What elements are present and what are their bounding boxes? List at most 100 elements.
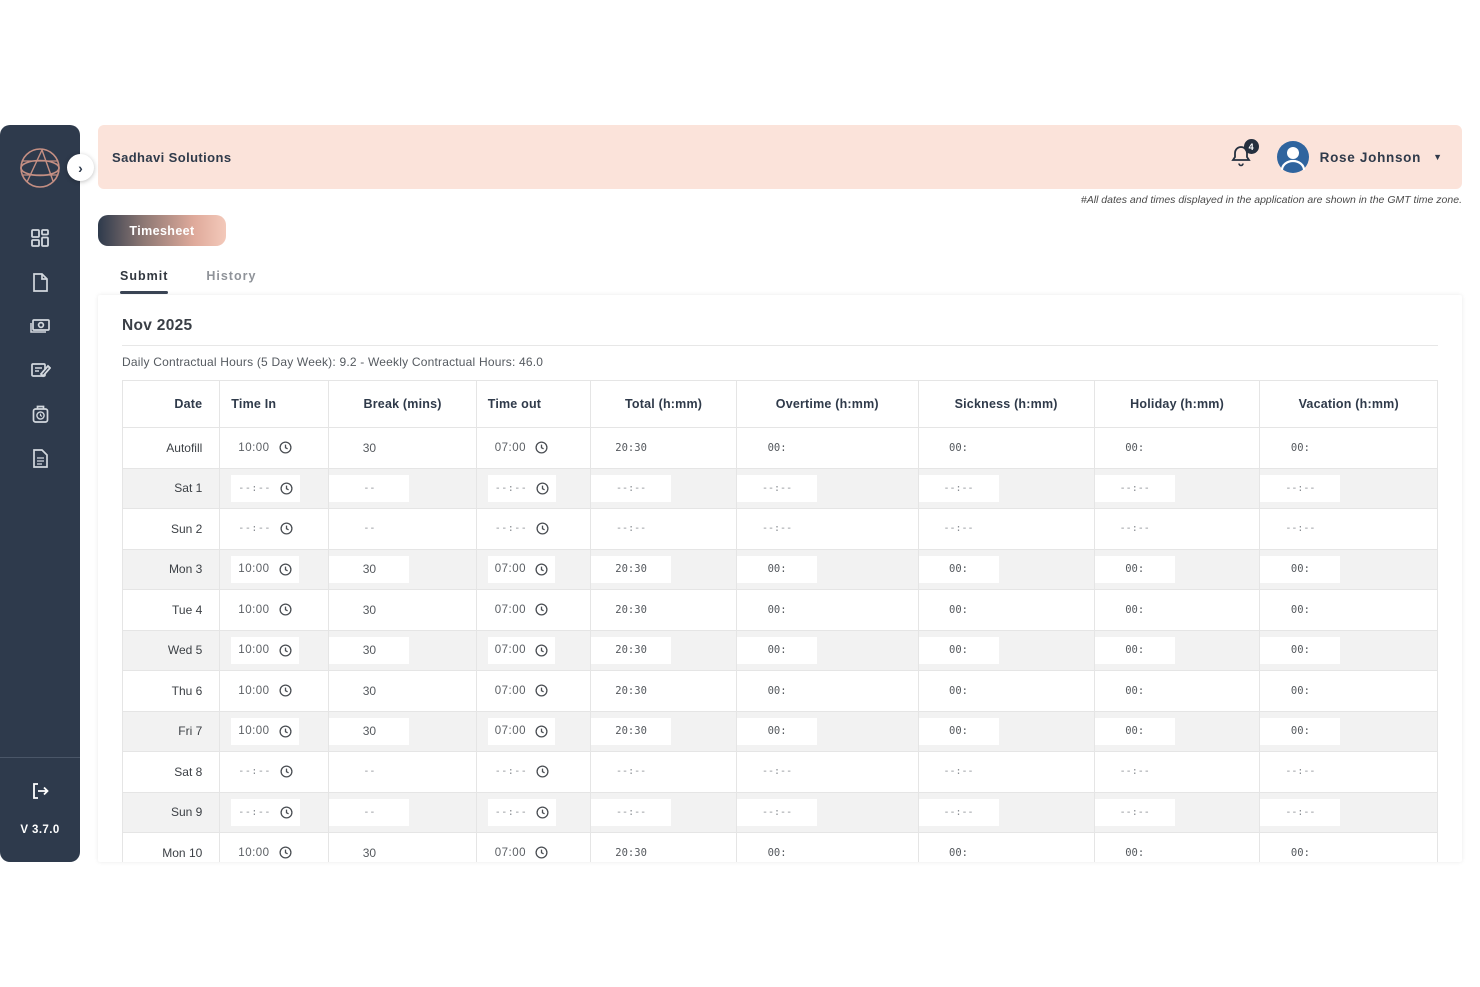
break-input[interactable]: --	[329, 475, 409, 502]
time-input[interactable]: --:--	[488, 515, 557, 542]
time-input[interactable]: 10:00	[231, 839, 298, 862]
holiday-input[interactable]: 00:	[1095, 556, 1175, 583]
overtime-input[interactable]: --:--	[737, 799, 817, 826]
payments-icon[interactable]	[29, 315, 51, 337]
time-clock-icon[interactable]	[29, 403, 51, 425]
time-input[interactable]: 07:00	[488, 556, 555, 583]
vacation-input[interactable]: 00:	[1260, 839, 1340, 862]
total-field[interactable]: --:--	[591, 799, 671, 826]
edit-note-icon[interactable]	[29, 359, 51, 381]
time-input[interactable]: 07:00	[488, 839, 555, 862]
overtime-input[interactable]: --:--	[737, 758, 817, 785]
overtime-input[interactable]: 00:	[737, 677, 817, 704]
time-input[interactable]: 07:00	[488, 677, 555, 704]
overtime-input[interactable]: 00:	[737, 637, 817, 664]
holiday-input[interactable]: --:--	[1095, 515, 1175, 542]
total-field[interactable]: 20:30	[591, 677, 671, 704]
sickness-input[interactable]: --:--	[919, 475, 999, 502]
total-field[interactable]: 20:30	[591, 434, 671, 461]
vacation-input[interactable]: --:--	[1260, 475, 1340, 502]
time-input[interactable]: 07:00	[488, 718, 555, 745]
total-field[interactable]: 20:30	[591, 556, 671, 583]
total-field[interactable]: --:--	[591, 515, 671, 542]
sickness-input[interactable]: 00:	[919, 556, 999, 583]
holiday-input[interactable]: 00:	[1095, 434, 1175, 461]
break-input[interactable]: --	[329, 799, 409, 826]
holiday-input[interactable]: --:--	[1095, 758, 1175, 785]
total-field[interactable]: 20:30	[591, 637, 671, 664]
document-icon[interactable]	[29, 271, 51, 293]
holiday-input[interactable]: --:--	[1095, 799, 1175, 826]
report-icon[interactable]	[29, 447, 51, 469]
time-input[interactable]: 10:00	[231, 556, 298, 583]
time-input[interactable]: 10:00	[231, 434, 298, 461]
time-input[interactable]: 10:00	[231, 718, 298, 745]
overtime-input[interactable]: --:--	[737, 515, 817, 542]
overtime-input[interactable]: 00:	[737, 839, 817, 862]
break-input[interactable]: 30	[329, 718, 409, 745]
time-input[interactable]: 10:00	[231, 596, 298, 623]
dashboard-icon[interactable]	[29, 227, 51, 249]
vacation-input[interactable]: 00:	[1260, 718, 1340, 745]
sickness-input[interactable]: --:--	[919, 799, 999, 826]
time-input[interactable]: 07:00	[488, 434, 555, 461]
sickness-input[interactable]: 00:	[919, 637, 999, 664]
total-field[interactable]: --:--	[591, 475, 671, 502]
overtime-input[interactable]: 00:	[737, 434, 817, 461]
time-input[interactable]: --:--	[231, 475, 300, 502]
vacation-input[interactable]: 00:	[1260, 556, 1340, 583]
overtime-input[interactable]: --:--	[737, 475, 817, 502]
total-field[interactable]: --:--	[591, 758, 671, 785]
time-input[interactable]: --:--	[231, 758, 300, 785]
total-field[interactable]: 20:30	[591, 596, 671, 623]
holiday-input[interactable]: 00:	[1095, 839, 1175, 862]
logout-icon[interactable]	[29, 780, 51, 802]
vacation-input[interactable]: --:--	[1260, 799, 1340, 826]
break-input[interactable]: 30	[329, 637, 409, 664]
vacation-input[interactable]: --:--	[1260, 758, 1340, 785]
sickness-input[interactable]: 00:	[919, 718, 999, 745]
tab-history[interactable]: History	[206, 269, 256, 294]
sickness-input[interactable]: 00:	[919, 677, 999, 704]
break-input[interactable]: --	[329, 758, 409, 785]
vacation-input[interactable]: 00:	[1260, 596, 1340, 623]
vacation-input[interactable]: 00:	[1260, 637, 1340, 664]
overtime-input[interactable]: 00:	[737, 556, 817, 583]
time-input[interactable]: 10:00	[231, 677, 298, 704]
break-input[interactable]: 30	[329, 839, 409, 862]
time-input[interactable]: --:--	[231, 799, 300, 826]
vacation-input[interactable]: 00:	[1260, 677, 1340, 704]
sickness-input[interactable]: 00:	[919, 434, 999, 461]
break-input[interactable]: 30	[329, 596, 409, 623]
time-input[interactable]: --:--	[231, 515, 300, 542]
time-input[interactable]: --:--	[488, 758, 557, 785]
holiday-input[interactable]: 00:	[1095, 718, 1175, 745]
holiday-input[interactable]: 00:	[1095, 637, 1175, 664]
time-input[interactable]: --:--	[488, 475, 557, 502]
holiday-input[interactable]: 00:	[1095, 596, 1175, 623]
break-input[interactable]: 30	[329, 434, 409, 461]
notifications-bell-icon[interactable]: 4	[1230, 144, 1254, 170]
timesheet-page-button[interactable]: Timesheet	[98, 215, 226, 246]
user-menu[interactable]: Rose Johnson ▼	[1276, 140, 1442, 174]
vacation-input[interactable]: 00:	[1260, 434, 1340, 461]
sickness-input[interactable]: 00:	[919, 596, 999, 623]
time-input[interactable]: 07:00	[488, 596, 555, 623]
holiday-input[interactable]: --:--	[1095, 475, 1175, 502]
vacation-input[interactable]: --:--	[1260, 515, 1340, 542]
holiday-input[interactable]: 00:	[1095, 677, 1175, 704]
time-input[interactable]: 07:00	[488, 637, 555, 664]
break-input[interactable]: --	[329, 515, 409, 542]
break-input[interactable]: 30	[329, 677, 409, 704]
overtime-input[interactable]: 00:	[737, 718, 817, 745]
total-field[interactable]: 20:30	[591, 839, 671, 862]
sickness-input[interactable]: --:--	[919, 515, 999, 542]
tab-submit[interactable]: Submit	[120, 269, 168, 294]
break-input[interactable]: 30	[329, 556, 409, 583]
sickness-input[interactable]: 00:	[919, 839, 999, 862]
overtime-input[interactable]: 00:	[737, 596, 817, 623]
time-input[interactable]: 10:00	[231, 637, 298, 664]
sickness-input[interactable]: --:--	[919, 758, 999, 785]
sidebar-expand-button[interactable]: ›	[67, 154, 94, 181]
time-input[interactable]: --:--	[488, 799, 557, 826]
